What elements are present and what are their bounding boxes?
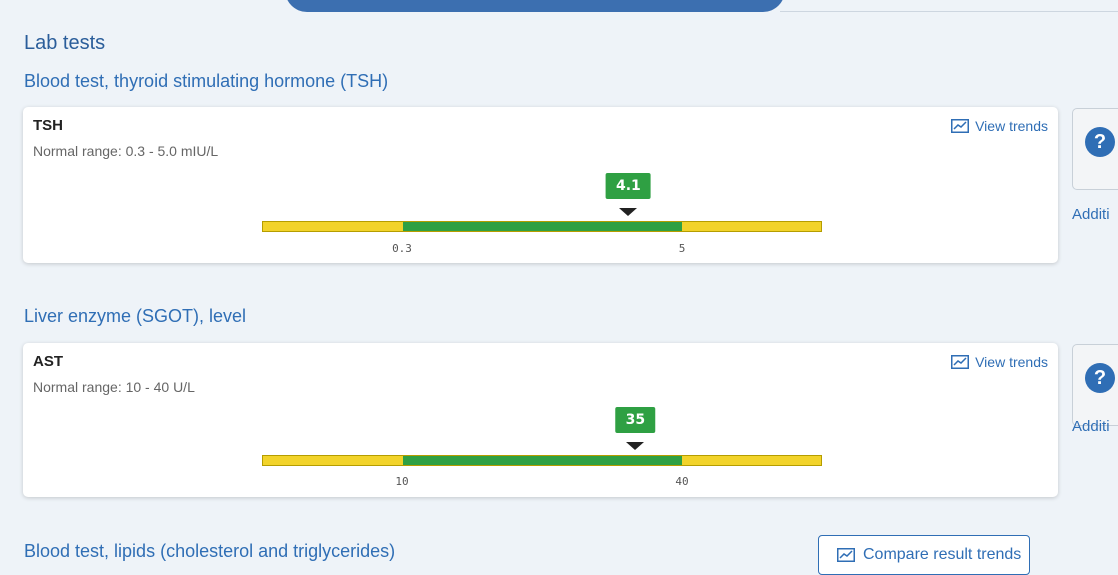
range-low-tick: 10	[395, 475, 409, 488]
result-card-ast: AST Normal range: 10 - 40 U/L View trend…	[23, 343, 1058, 497]
test-group-title-tsh: Blood test, thyroid stimulating hormone …	[24, 71, 389, 91]
view-trends-label: View trends	[975, 118, 1048, 134]
range-high-tick: 5	[678, 242, 686, 255]
range-high-tick: 40	[675, 475, 689, 488]
result-card-tsh: TSH Normal range: 0.3 - 5.0 mIU/L View t…	[23, 107, 1058, 263]
top-divider	[780, 11, 1118, 12]
range-low-segment	[263, 456, 403, 465]
top-nav-bar	[285, 0, 785, 12]
test-name: TSH	[33, 117, 63, 134]
section-title: Lab tests	[24, 32, 106, 54]
help-button-ast[interactable]: ?	[1072, 344, 1118, 426]
range-high-segment	[681, 456, 821, 465]
range-normal-segment	[402, 222, 682, 231]
result-value-badge: 35	[615, 407, 656, 433]
result-marker-arrow	[626, 442, 645, 450]
view-trends-link[interactable]: View trends	[951, 118, 1048, 134]
normal-range: Normal range: 0.3 - 5.0 mIU/L	[33, 143, 219, 159]
compare-result-trends-button[interactable]: Compare result trends	[818, 535, 1030, 575]
test-name: AST	[33, 353, 63, 370]
question-icon: ?	[1085, 363, 1115, 393]
range-normal-segment	[402, 456, 682, 465]
range-bar	[262, 221, 822, 232]
view-trends-label: View trends	[975, 354, 1048, 370]
range-low-segment	[263, 222, 403, 231]
range-low-tick: 0.3	[392, 242, 412, 255]
view-trends-link[interactable]: View trends	[951, 354, 1048, 370]
result-marker-arrow	[619, 208, 638, 216]
additional-info-link-tsh[interactable]: Additi	[1072, 206, 1110, 223]
additional-info-link-ast[interactable]: Additi	[1072, 418, 1110, 435]
help-button-tsh[interactable]: ?	[1072, 108, 1118, 190]
test-group-title-ast: Liver enzyme (SGOT), level	[24, 306, 247, 326]
range-high-segment	[681, 222, 821, 231]
range-bar	[262, 455, 822, 466]
normal-range: Normal range: 10 - 40 U/L	[33, 379, 195, 395]
trend-chart-icon	[951, 355, 970, 369]
compare-label: Compare result trends	[863, 546, 1022, 563]
trend-chart-icon	[837, 548, 855, 562]
trend-chart-icon	[951, 119, 970, 133]
result-value-badge: 4.1	[605, 173, 651, 199]
question-icon: ?	[1085, 127, 1115, 157]
